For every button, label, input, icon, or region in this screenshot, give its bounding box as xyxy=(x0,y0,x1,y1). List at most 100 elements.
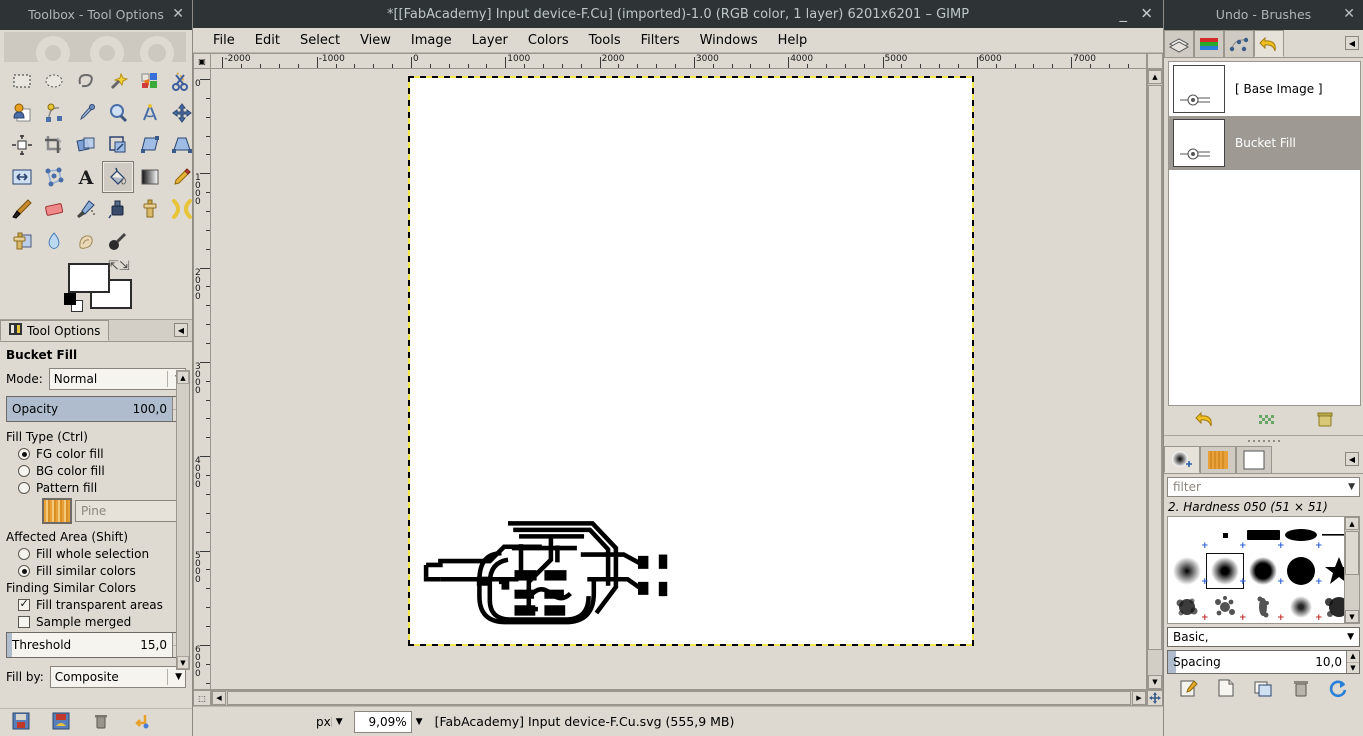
zoom-tool-icon[interactable] xyxy=(102,97,134,129)
opacity-slider[interactable]: Opacity 100,0 ▲▼ xyxy=(6,396,186,422)
scroll-left-icon[interactable]: ◀ xyxy=(212,691,226,705)
eraser-icon[interactable] xyxy=(38,193,70,225)
unit-selector[interactable]: px ▼ xyxy=(313,711,350,733)
spacing-stepper[interactable]: ▲▼ xyxy=(1346,651,1359,673)
affected-area-whole-selection[interactable]: Fill whole selection xyxy=(18,547,186,561)
swap-colors-icon[interactable]: ⇱⇲ xyxy=(108,259,130,274)
undo-icon[interactable] xyxy=(1193,409,1217,432)
flip-icon[interactable] xyxy=(6,161,38,193)
fill-transparent-row[interactable]: Fill transparent areas xyxy=(18,598,186,612)
brush-grid[interactable]: + + + + + + + + + + + + xyxy=(1167,516,1345,624)
image-canvas[interactable] xyxy=(211,69,1147,690)
ink-icon[interactable] xyxy=(102,193,134,225)
menu-colors[interactable]: Colors xyxy=(518,30,579,51)
undo-history-list[interactable]: [ Base Image ] Bucket Fill xyxy=(1168,61,1361,406)
menu-image[interactable]: Image xyxy=(401,30,462,51)
gradient-icon[interactable] xyxy=(134,161,166,193)
refresh-brushes-icon[interactable] xyxy=(1328,678,1348,701)
threshold-slider[interactable]: Threshold 15,0 ▲▼ xyxy=(6,632,186,658)
perspective-clone-icon[interactable] xyxy=(6,225,38,257)
stepper-up-icon[interactable]: ▲ xyxy=(1347,651,1359,663)
restore-tool-preset-icon[interactable] xyxy=(52,712,70,733)
rotate-icon[interactable] xyxy=(70,129,102,161)
scale-icon[interactable] xyxy=(102,129,134,161)
foreground-select-icon[interactable] xyxy=(6,97,38,129)
fuzzy-select-icon[interactable] xyxy=(102,65,134,97)
right-dock-menu-icon[interactable]: ◀ xyxy=(1345,36,1359,50)
zoom-level-input[interactable]: 9,09% xyxy=(354,711,412,733)
undo-history-item-bucket-fill[interactable]: Bucket Fill xyxy=(1169,116,1360,170)
scroll-down-icon[interactable]: ▼ xyxy=(177,656,189,669)
smudge-icon[interactable] xyxy=(70,225,102,257)
stepper-down-icon[interactable]: ▼ xyxy=(1347,663,1359,674)
sample-merged-row[interactable]: Sample merged xyxy=(18,615,186,629)
paths-icon[interactable] xyxy=(38,97,70,129)
airbrush-icon[interactable] xyxy=(70,193,102,225)
chevron-down-icon[interactable]: ▼ xyxy=(1348,482,1355,492)
patterns-tab[interactable] xyxy=(1200,446,1236,473)
checkbox-sample-merged[interactable] xyxy=(18,616,30,628)
quick-mask-toggle[interactable]: ⬚ xyxy=(193,690,211,706)
blur-sharpen-icon[interactable] xyxy=(38,225,70,257)
tool-options-menu-icon[interactable]: ◀ xyxy=(174,323,188,337)
minimize-icon[interactable]: _ xyxy=(1120,7,1128,22)
chevron-down-icon[interactable]: ▼ xyxy=(331,717,347,727)
canvas-horizontal-scrollbar[interactable]: ◀ ▶ xyxy=(211,690,1147,706)
close-icon[interactable]: ✕ xyxy=(1140,7,1153,22)
vertical-scroll-thumb[interactable] xyxy=(1148,85,1162,650)
affected-area-similar-colors[interactable]: Fill similar colors xyxy=(18,564,186,578)
navigation-preview-button[interactable] xyxy=(1147,690,1163,706)
vertical-ruler[interactable]: 0100020003000400050006000 xyxy=(193,69,211,690)
fill-type-option-fg[interactable]: FG color fill xyxy=(18,447,186,461)
radio-fg-color-fill[interactable] xyxy=(18,448,30,460)
delete-brush-icon[interactable] xyxy=(1291,678,1311,701)
brush-tag-select[interactable]: Basic, ▼ xyxy=(1167,627,1360,647)
checkbox-fill-transparent-areas[interactable] xyxy=(18,599,30,611)
gradients-tab[interactable] xyxy=(1236,446,1272,473)
scroll-right-icon[interactable]: ▶ xyxy=(1132,691,1146,705)
new-brush-icon[interactable] xyxy=(1216,678,1236,701)
brushes-tab[interactable] xyxy=(1164,446,1200,473)
pattern-swatch[interactable] xyxy=(42,498,72,524)
ellipse-select-icon[interactable] xyxy=(38,65,70,97)
dock-separator-handle[interactable] xyxy=(1164,436,1363,446)
undo-history-tab[interactable] xyxy=(1254,30,1284,57)
tab-tool-options[interactable]: Tool Options xyxy=(0,320,109,341)
text-icon[interactable]: A xyxy=(70,161,102,193)
scroll-up-icon[interactable]: ▲ xyxy=(1345,517,1359,530)
brush-filter-input[interactable]: filter ▼ xyxy=(1167,477,1360,497)
layers-tab[interactable] xyxy=(1164,30,1194,57)
bucket-fill-icon[interactable] xyxy=(102,161,134,193)
menu-layer[interactable]: Layer xyxy=(462,30,518,51)
rect-select-icon[interactable] xyxy=(6,65,38,97)
menu-tools[interactable]: Tools xyxy=(579,30,631,51)
measure-icon[interactable] xyxy=(134,97,166,129)
mode-select[interactable]: Normal ▼ xyxy=(49,368,186,390)
paths-tab[interactable] xyxy=(1224,30,1254,57)
radio-pattern-fill[interactable] xyxy=(18,482,30,494)
reset-tool-options-icon[interactable] xyxy=(132,712,150,733)
color-picker-icon[interactable] xyxy=(70,97,102,129)
brush-spacing-slider[interactable]: Spacing 10,0 ▲▼ xyxy=(1167,650,1360,674)
menu-windows[interactable]: Windows xyxy=(690,30,768,51)
ruler-origin-button[interactable]: ▣ xyxy=(193,53,211,69)
save-tool-preset-icon[interactable] xyxy=(12,712,30,733)
menu-view[interactable]: View xyxy=(350,30,401,51)
fill-type-option-bg[interactable]: BG color fill xyxy=(18,464,186,478)
right-dock-close-icon[interactable]: ✕ xyxy=(1343,6,1355,22)
brush-item[interactable] xyxy=(1320,553,1345,589)
menu-file[interactable]: File xyxy=(203,30,245,51)
fill-type-option-pattern[interactable]: Pattern fill xyxy=(18,481,186,495)
delete-tool-preset-icon[interactable] xyxy=(92,712,110,733)
horizontal-scroll-thumb[interactable] xyxy=(227,691,1131,705)
scroll-down-icon[interactable]: ▼ xyxy=(1345,610,1359,623)
radio-fill-similar-colors[interactable] xyxy=(18,565,30,577)
edit-brush-icon[interactable] xyxy=(1179,678,1199,701)
menu-select[interactable]: Select xyxy=(290,30,350,51)
toolbox-close-icon[interactable]: ✕ xyxy=(172,6,184,22)
scroll-down-icon[interactable]: ▼ xyxy=(1148,675,1162,689)
horizontal-ruler[interactable]: -2000-1000010002000300040005000600070008… xyxy=(211,53,1147,69)
zoom-dropdown-icon[interactable]: ▼ xyxy=(412,717,427,727)
radio-fill-whole-selection[interactable] xyxy=(18,548,30,560)
foreground-color-swatch[interactable] xyxy=(68,263,110,293)
